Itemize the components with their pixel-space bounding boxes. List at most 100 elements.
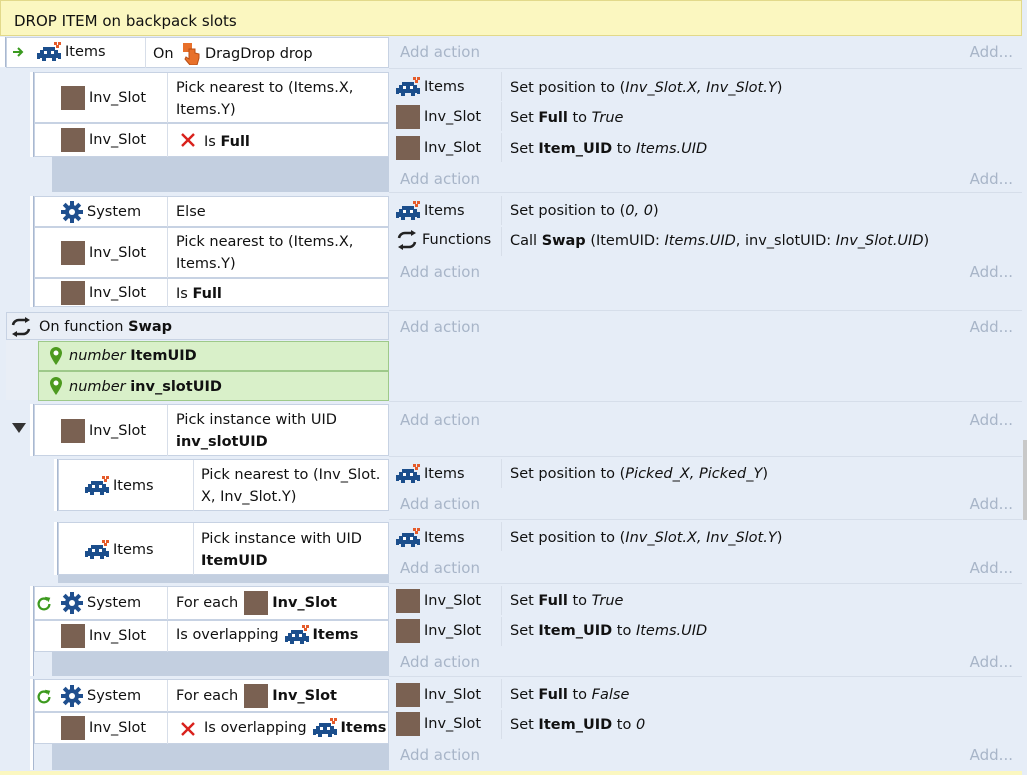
items-sprite-icon: [396, 201, 420, 221]
action-set-item-uid[interactable]: Set Item_UID to Items.UID: [510, 620, 707, 642]
add-more-link[interactable]: Add...: [970, 170, 1013, 188]
action-set-position[interactable]: Set position to (0, 0): [510, 200, 659, 222]
object-inv-slot: Inv_Slot: [61, 128, 146, 152]
inv-slot-icon: [396, 712, 420, 736]
action-object-inv-slot[interactable]: Inv_Slot: [396, 105, 481, 129]
invert-x-icon: [180, 132, 196, 148]
trigger-prefix: On: [153, 46, 174, 62]
inv-slot-icon: [396, 683, 420, 707]
condition-pick-nearest[interactable]: Inv_Slot Pick nearest to (Items.X, Items…: [34, 227, 389, 278]
action-object-inv-slot[interactable]: Inv_Slot: [396, 589, 481, 613]
action-set-item-uid[interactable]: Set Item_UID to Items.UID: [510, 138, 707, 160]
group-header[interactable]: DROP ITEM on backpack slots: [0, 0, 1022, 36]
object-name: Inv_Slot: [424, 716, 482, 732]
add-more-link[interactable]: Add...: [970, 411, 1013, 429]
add-action-link[interactable]: Add action: [400, 411, 480, 429]
object-inv-slot: Inv_Slot: [61, 86, 146, 110]
condition-param: ItemUID: [201, 553, 268, 569]
add-action-link[interactable]: Add action: [400, 170, 480, 188]
add-action-link[interactable]: Add action: [400, 263, 480, 281]
group-title: DROP ITEM on backpack slots: [14, 12, 237, 30]
inv-slot-icon: [396, 619, 420, 643]
object-name: Items: [424, 203, 465, 219]
action-object-items[interactable]: Items: [396, 201, 465, 221]
condition-for-each[interactable]: System For each Inv_Slot: [34, 679, 389, 712]
add-more-link[interactable]: Add...: [970, 653, 1013, 671]
action-object-inv-slot[interactable]: Inv_Slot: [396, 712, 481, 736]
action-object-functions[interactable]: Functions: [396, 230, 491, 250]
condition-pick-by-uid[interactable]: Inv_Slot Pick instance with UID inv_slot…: [34, 404, 389, 456]
condition-text: Items.Y): [176, 102, 236, 118]
gear-icon: [61, 685, 83, 707]
inv-slot-icon: [61, 419, 85, 443]
add-action-link[interactable]: Add action: [400, 653, 480, 671]
function-param-invslotuid[interactable]: number inv_slotUID: [38, 371, 389, 401]
inv-slot-icon: [61, 281, 85, 305]
action-object-items[interactable]: Items: [396, 464, 465, 484]
add-action-link[interactable]: Add action: [400, 746, 480, 764]
condition-text: X, Inv_Slot.Y): [201, 489, 297, 505]
action-set-position[interactable]: Set position to (Inv_Slot.X, Inv_Slot.Y): [510, 527, 782, 549]
actions-sub3b: Items Set position to (Inv_Slot.X, Inv_S…: [390, 522, 1022, 582]
event-dragdrop[interactable]: Items On DragDrop drop: [6, 37, 389, 68]
condition-is-full-inverted[interactable]: Inv_Slot Is Full: [34, 123, 389, 157]
add-action-link[interactable]: Add action: [400, 495, 480, 513]
add-action-link[interactable]: Add action: [400, 559, 480, 577]
object-name: Functions: [422, 232, 492, 248]
condition-pick-nearest[interactable]: Inv_Slot Pick nearest to (Items.X, Items…: [34, 72, 389, 123]
condition-for-each[interactable]: System For each Inv_Slot: [34, 586, 389, 620]
action-set-item-uid[interactable]: Set Item_UID to 0: [510, 714, 645, 736]
items-sprite-icon: [285, 625, 309, 645]
condition-text: Is overlapping Items: [204, 720, 387, 736]
condition-else[interactable]: System Else: [34, 196, 389, 227]
condition-param: inv_slotUID: [176, 434, 268, 450]
object-inv-slot: Inv_Slot: [61, 716, 146, 740]
action-call-swap[interactable]: Call Swap (ItemUID: Items.UID, inv_slotU…: [510, 230, 929, 252]
object-name: Items: [424, 466, 465, 482]
gear-icon: [61, 592, 83, 614]
add-more-link[interactable]: Add...: [970, 559, 1013, 577]
action-set-position[interactable]: Set position to (Picked_X, Picked_Y): [510, 463, 768, 485]
add-more-link[interactable]: Add...: [970, 263, 1013, 281]
action-object-inv-slot[interactable]: Inv_Slot: [396, 619, 481, 643]
action-object-items[interactable]: Items: [396, 528, 465, 548]
object-name: Items: [113, 542, 154, 558]
action-set-full[interactable]: Set Full to True: [510, 107, 623, 129]
items-sprite-icon: [85, 476, 109, 496]
condition-text: Pick instance with UID: [201, 531, 362, 547]
add-action-link[interactable]: Add action: [400, 43, 480, 61]
inv-slot-icon: [61, 128, 85, 152]
action-object-items[interactable]: Items: [396, 77, 465, 97]
add-action-link[interactable]: Add action: [400, 318, 480, 336]
condition-pick-by-uid[interactable]: Items Pick instance with UID ItemUID: [58, 522, 389, 575]
action-object-inv-slot[interactable]: Inv_Slot: [396, 683, 481, 707]
object-name: Inv_Slot: [89, 132, 147, 148]
action-set-full[interactable]: Set Full to False: [510, 684, 629, 706]
function-param-itemuid[interactable]: number ItemUID: [38, 341, 389, 371]
action-set-position[interactable]: Set position to (Inv_Slot.X, Inv_Slot.Y): [510, 77, 782, 99]
condition-pick-nearest[interactable]: Items Pick nearest to (Inv_Slot. X, Inv_…: [58, 459, 389, 511]
items-sprite-icon: [85, 540, 109, 560]
object-name: System: [87, 688, 142, 704]
add-more-link[interactable]: Add...: [970, 318, 1013, 336]
add-more-link[interactable]: Add...: [970, 746, 1013, 764]
condition-is-full[interactable]: Inv_Slot Is Full: [34, 278, 389, 307]
swap-arrows-icon: [396, 230, 418, 250]
object-inv-slot: Inv_Slot: [61, 624, 146, 648]
condition-text: For each Inv_Slot: [176, 684, 337, 708]
actions-sub2: Items Set position to (0, 0) Functions C…: [390, 196, 1022, 286]
condition-text: Else: [176, 204, 206, 220]
action-object-inv-slot[interactable]: Inv_Slot: [396, 136, 481, 160]
object-name: Inv_Slot: [89, 423, 147, 439]
actions-sub5: Inv_Slot Set Full to False Inv_Slot Set …: [390, 679, 1022, 769]
condition-is-overlapping[interactable]: Inv_Slot Is overlapping Items: [34, 620, 389, 652]
event-footer: [52, 652, 389, 676]
vertical-scrollbar[interactable]: [1023, 440, 1027, 520]
add-more-link[interactable]: Add...: [970, 495, 1013, 513]
action-set-full[interactable]: Set Full to True: [510, 590, 623, 612]
object-name: Inv_Slot: [424, 109, 482, 125]
add-more-link[interactable]: Add...: [970, 43, 1013, 61]
condition-is-overlapping-inverted[interactable]: Inv_Slot Is overlapping Items: [34, 712, 389, 744]
function-header[interactable]: On function Swap: [6, 312, 389, 340]
collapse-triangle-icon[interactable]: [12, 423, 26, 433]
